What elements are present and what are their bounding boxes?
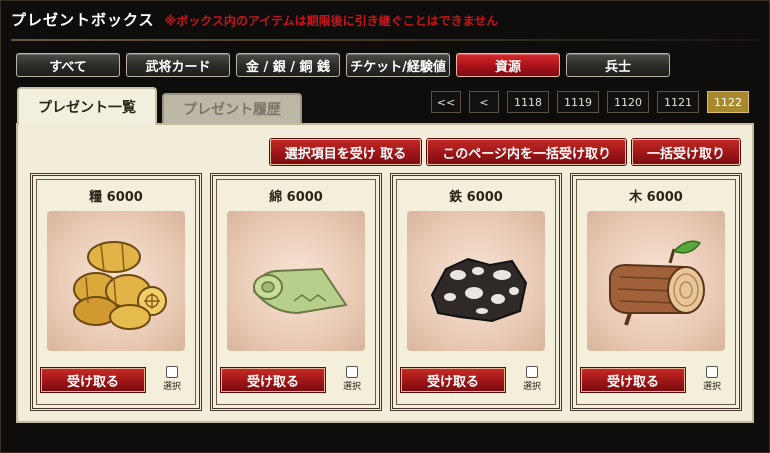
present-list-panel: 選択項目を受け 取る このページ内を一括受け取り 一括受け取り 糧 6000 受… (16, 123, 754, 423)
select-label: 選択 (522, 382, 541, 392)
category-all-button[interactable]: すべて (16, 53, 120, 77)
item-name: 糧 6000 (89, 190, 143, 205)
category-filter-bar: すべて 武将カード 金 / 銀 / 銅 銭 チケット/経験値 資源 兵士 (16, 53, 670, 77)
item-name: 綿 6000 (269, 190, 323, 205)
select-checkbox[interactable] (346, 366, 358, 378)
item-card: 糧 6000 受け取る 選択 (30, 173, 202, 411)
present-box-window: プレゼントボックス ※ボックス内のアイテムは期限後に引き継ぐことはできません す… (0, 0, 770, 453)
item-card: 鉄 6000 受け取る 選択 (390, 173, 562, 411)
cotton-cloth-icon (252, 267, 348, 315)
category-ticket-exp-button[interactable]: チケット/経験値 (346, 53, 450, 77)
tab-present-list[interactable]: プレゼント一覧 (17, 87, 157, 125)
page-1120-button[interactable]: 1120 (607, 91, 649, 113)
page-1118-button[interactable]: 1118 (507, 91, 549, 113)
wood-log-icon (609, 240, 705, 326)
select-control: 選択 (517, 366, 547, 392)
category-soldiers-button[interactable]: 兵士 (566, 53, 670, 77)
category-general-card-button[interactable]: 武将カード (126, 53, 230, 77)
item-name: 木 6000 (629, 190, 683, 205)
receive-button[interactable]: 受け取る (401, 368, 505, 392)
item-image (587, 211, 725, 351)
receive-selected-button[interactable]: 選択項目を受け 取る (269, 139, 422, 165)
select-control: 選択 (697, 366, 727, 392)
page-1119-button[interactable]: 1119 (557, 91, 599, 113)
iron-ore-icon (430, 257, 528, 323)
page-title: プレゼントボックス (11, 11, 155, 29)
select-control: 選択 (157, 366, 187, 392)
select-checkbox[interactable] (166, 366, 178, 378)
tab-present-history[interactable]: プレゼント履歴 (162, 93, 302, 123)
select-checkbox[interactable] (706, 366, 718, 378)
prev-page-button[interactable]: < (469, 91, 499, 113)
item-card: 木 6000 受け取る 選択 (570, 173, 742, 411)
select-control: 選択 (337, 366, 367, 392)
receive-button[interactable]: 受け取る (581, 368, 685, 392)
item-name: 鉄 6000 (449, 190, 503, 205)
title-divider (11, 39, 759, 41)
page-1122-current[interactable]: 1122 (707, 91, 749, 113)
select-checkbox[interactable] (526, 366, 538, 378)
rice-bales-icon (73, 241, 167, 330)
item-card: 綿 6000 受け取る 選択 (210, 173, 382, 411)
category-coins-button[interactable]: 金 / 銀 / 銅 銭 (236, 53, 340, 77)
receive-button[interactable]: 受け取る (41, 368, 145, 392)
page-1121-button[interactable]: 1121 (657, 91, 699, 113)
item-image (407, 211, 545, 351)
receive-page-button[interactable]: このページ内を一括受け取り (427, 139, 626, 165)
item-image (227, 211, 365, 351)
receive-button[interactable]: 受け取る (221, 368, 325, 392)
select-label: 選択 (702, 382, 721, 392)
item-image (47, 211, 185, 351)
select-label: 選択 (162, 382, 181, 392)
expiry-notice: ※ボックス内のアイテムは期限後に引き継ぐことはできません (164, 14, 499, 28)
bulk-actions: 選択項目を受け 取る このページ内を一括受け取り 一括受け取り (269, 139, 740, 165)
pagination: << < 1118 1119 1120 1121 1122 (431, 91, 749, 113)
category-resources-button[interactable]: 資源 (456, 53, 560, 77)
receive-all-button[interactable]: 一括受け取り (631, 139, 740, 165)
select-label: 選択 (342, 382, 361, 392)
title-bar: プレゼントボックス ※ボックス内のアイテムは期限後に引き継ぐことはできません (11, 9, 498, 35)
first-page-button[interactable]: << (431, 91, 461, 113)
item-cards: 糧 6000 受け取る 選択 綿 6000 受け取る 選択 鉄 6000 受け取… (30, 173, 742, 411)
